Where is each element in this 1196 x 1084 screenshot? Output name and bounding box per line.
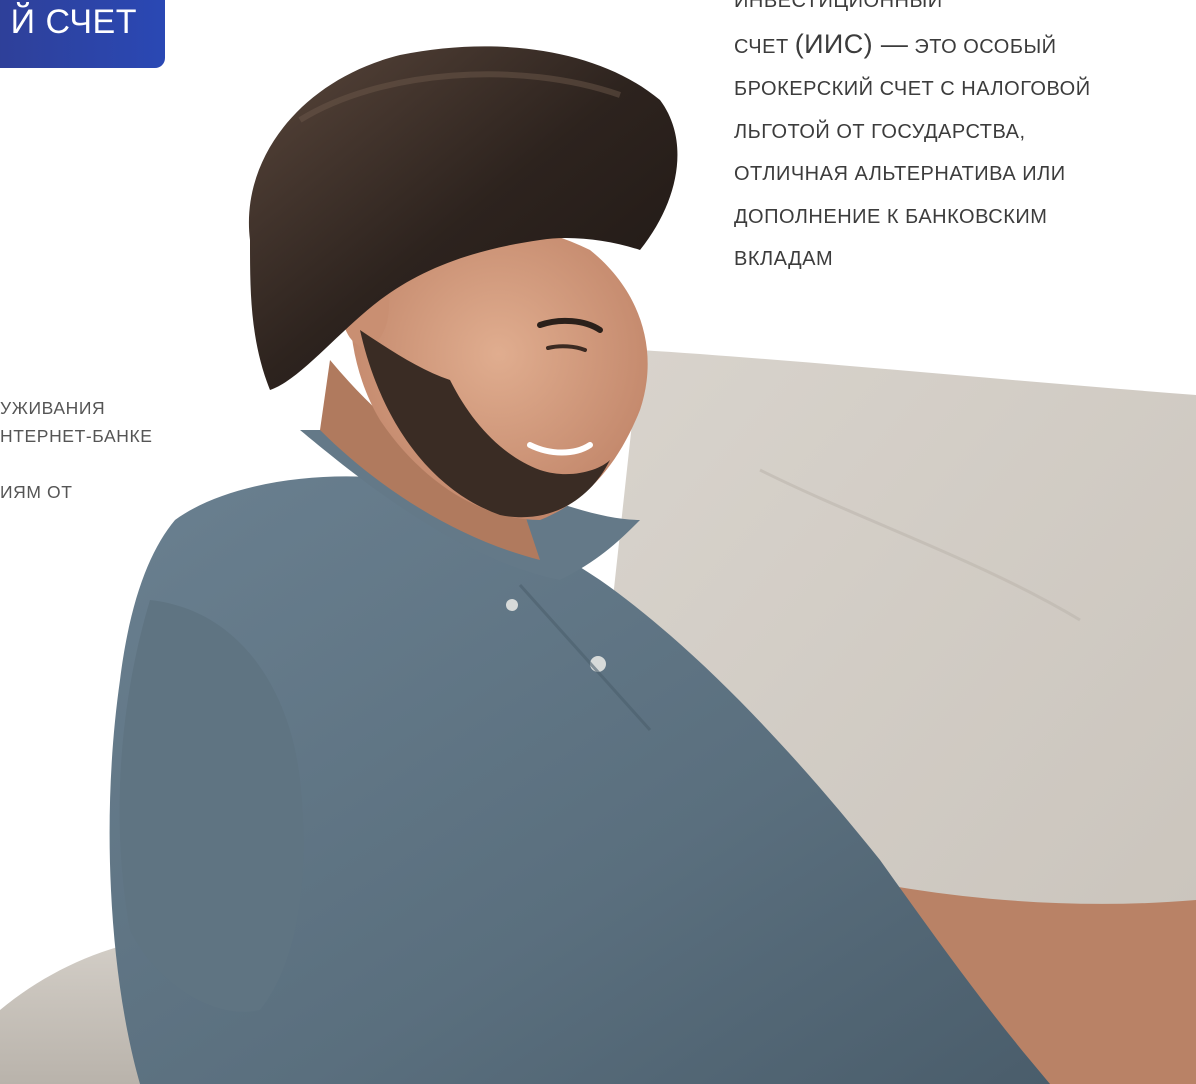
title-badge-text: Й СЧЕТ [10, 3, 137, 41]
title-badge: Й СЧЕТ [0, 0, 165, 68]
description-line: ОТЛИЧНАЯ АЛЬТЕРНАТИВА ИЛИ [734, 163, 1066, 185]
description-abbr: (ИИС) — [794, 28, 909, 59]
benefit-item: ИЯМ ОТ [0, 482, 73, 502]
description-line: БРОКЕРСКИЙ СЧЕТ С НАЛОГОВОЙ [734, 78, 1091, 100]
description-line: ВКЛАДАМ [734, 248, 834, 270]
description-block: ИНВЕСТИЦИОННЫЙ СЧЕТ (ИИС) — ЭТО ОСОБЫЙ Б… [734, 0, 1194, 281]
description-line: ДОПОЛНЕНИЕ К БАНКОВСКИМ [734, 205, 1048, 228]
description-line: ЛЬГОТОЙ ОТ ГОСУДАРСТВА, [734, 120, 1026, 143]
benefit-item: НТЕРНЕТ-БАНКЕ [0, 426, 153, 446]
description-line: ИНВЕСТИЦИОННЫЙ [734, 0, 943, 12]
description-text: СЧЕТ [734, 35, 795, 58]
benefits-list: УЖИВАНИЯ НТЕРНЕТ-БАНКЕ ИЯМ ОТ [0, 394, 153, 506]
description-text: ЭТО ОСОБЫЙ [908, 35, 1057, 58]
benefit-item: УЖИВАНИЯ [0, 398, 106, 418]
description-line: СЧЕТ (ИИС) — ЭТО ОСОБЫЙ [734, 23, 1194, 69]
